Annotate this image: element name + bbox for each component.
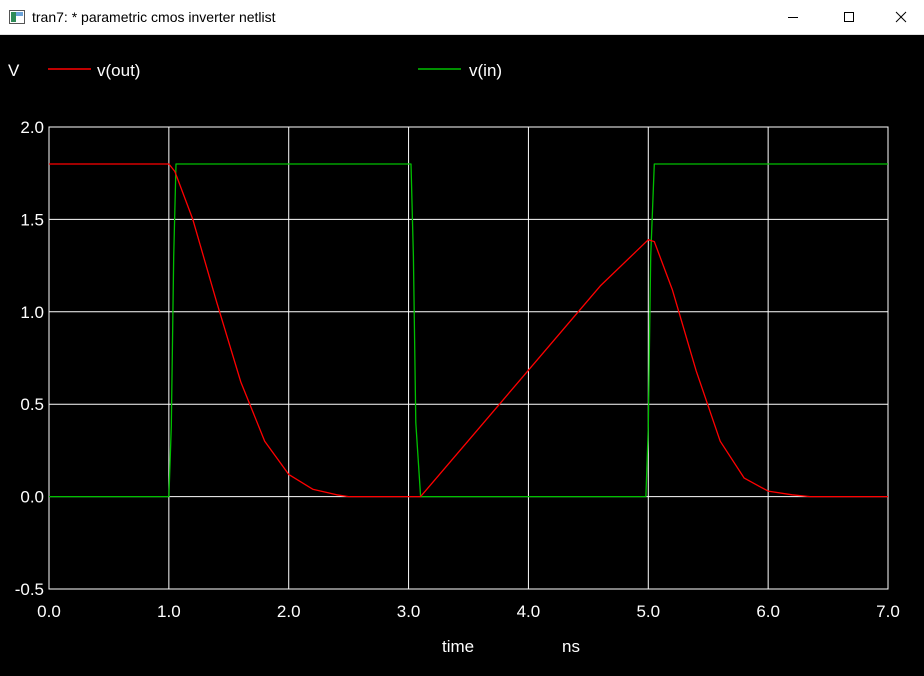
legend-label: v(in) bbox=[469, 61, 502, 80]
x-axis-unit: ns bbox=[562, 637, 580, 656]
close-button[interactable] bbox=[878, 0, 924, 34]
waveform-chart: 0.0 1.0 2.0 3.0 4.0 5.0 6.0 7.0 2.0 1.5 1.0 0.5 0.0 -… bbox=[8, 61, 900, 656]
y-tick-label: 2.0 bbox=[20, 118, 44, 137]
app-window-icon bbox=[9, 10, 25, 24]
y-tick-label: 1.5 bbox=[20, 210, 44, 229]
series-group bbox=[49, 163, 888, 498]
tick-labels: 0.0 1.0 2.0 3.0 4.0 5.0 6.0 7.0 2.0 1.5 1.0 0.5 0.0 -… bbox=[15, 118, 900, 621]
y-tick-label: 1.0 bbox=[20, 303, 44, 322]
x-axis-label: time bbox=[442, 637, 474, 656]
x-tick-label: 4.0 bbox=[517, 602, 541, 621]
window-title: tran7: * parametric cmos inverter netlis… bbox=[32, 9, 276, 25]
y-tick-label: 0.0 bbox=[20, 488, 44, 507]
close-icon bbox=[895, 11, 907, 23]
minimize-button[interactable] bbox=[770, 0, 816, 34]
x-tick-label: 0.0 bbox=[37, 602, 61, 621]
series-line-v-in bbox=[49, 163, 888, 498]
plot-area: 0.0 1.0 2.0 3.0 4.0 5.0 6.0 7.0 2.0 1.5 1.0 0.5 0.0 -… bbox=[0, 35, 924, 671]
x-tick-label: 2.0 bbox=[277, 602, 301, 621]
x-tick-label: 7.0 bbox=[876, 602, 900, 621]
window-titlebar: tran7: * parametric cmos inverter netlis… bbox=[0, 0, 924, 35]
maximize-button[interactable] bbox=[826, 0, 872, 34]
y-axis-label: V bbox=[8, 61, 20, 80]
x-tick-label: 6.0 bbox=[756, 602, 780, 621]
y-tick-label: 0.5 bbox=[20, 395, 44, 414]
maximize-icon bbox=[844, 12, 854, 22]
y-tick-label: -0.5 bbox=[15, 580, 44, 599]
x-tick-label: 3.0 bbox=[397, 602, 421, 621]
x-tick-label: 1.0 bbox=[157, 602, 181, 621]
legend: V v(out) v(in) bbox=[8, 61, 502, 80]
legend-label: v(out) bbox=[97, 61, 140, 80]
minimize-icon bbox=[788, 17, 798, 18]
x-tick-label: 5.0 bbox=[636, 602, 660, 621]
